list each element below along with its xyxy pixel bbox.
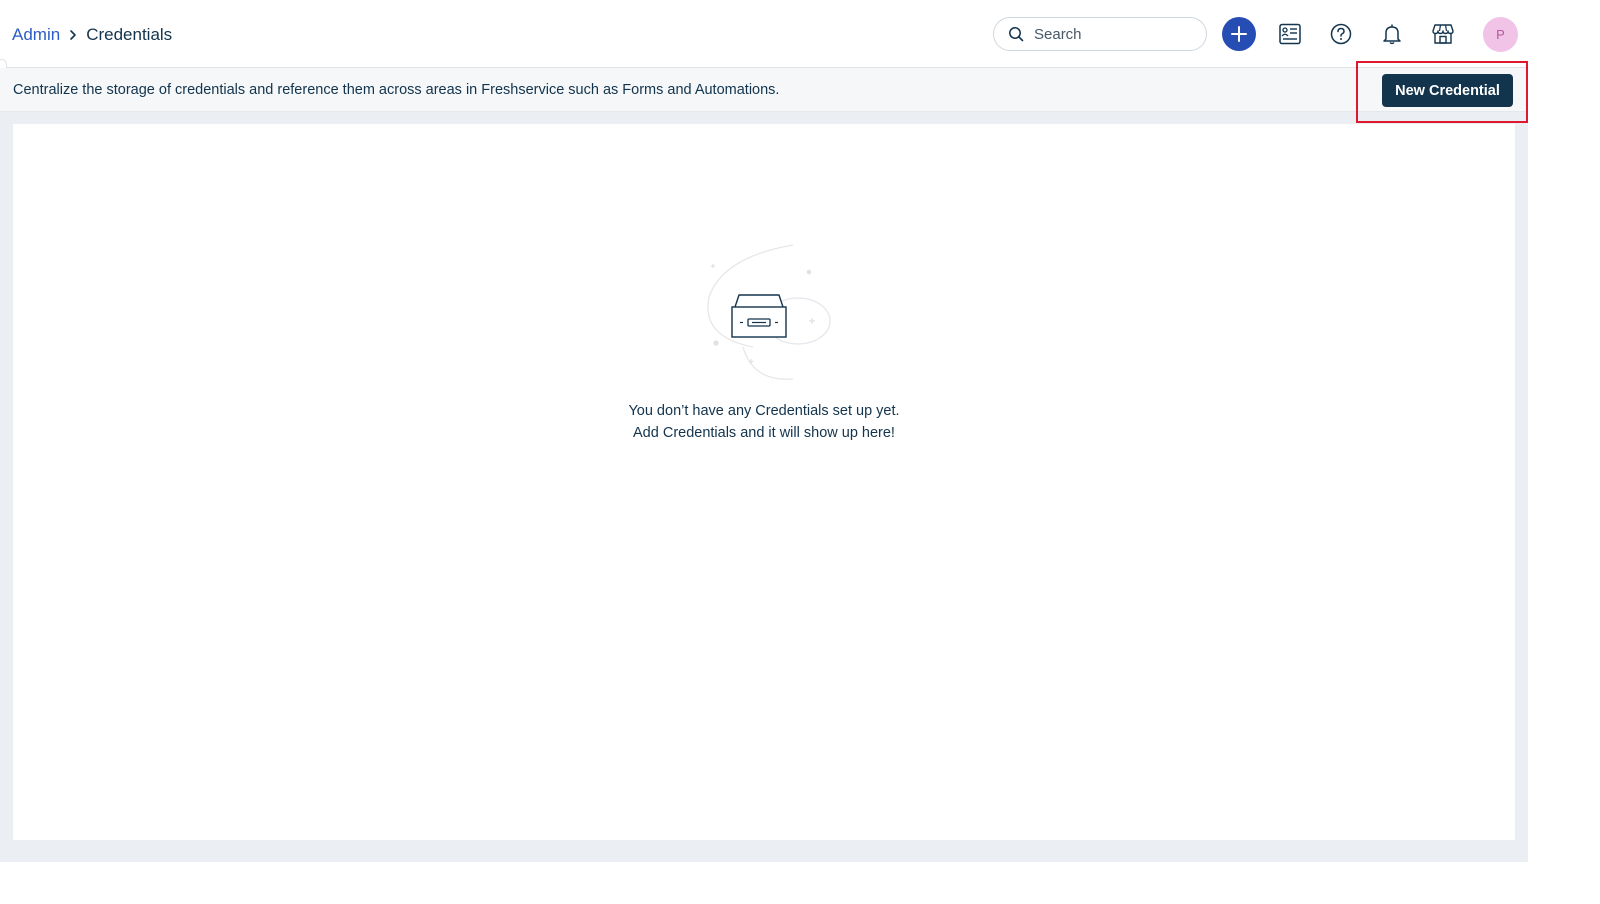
canned-response-button[interactable] [1273, 17, 1307, 51]
global-search[interactable] [993, 17, 1207, 51]
new-credential-button[interactable]: New Credential [1382, 74, 1513, 107]
empty-state-line-2: Add Credentials and it will show up here… [633, 425, 895, 441]
page-title: Credentials [86, 25, 173, 44]
marketplace-icon [1431, 23, 1455, 45]
marketplace-button[interactable] [1426, 17, 1460, 51]
description-bar: Centralize the storage of credentials an… [0, 68, 1528, 112]
empty-state-message: You don’t have any Credentials set up ye… [13, 400, 1515, 444]
breadcrumb: Admin Credentials [12, 24, 172, 46]
quick-create-button[interactable] [1222, 17, 1256, 51]
chevron-right-icon [68, 29, 78, 41]
search-input[interactable] [1032, 24, 1196, 44]
page-description: Centralize the storage of credentials an… [13, 82, 780, 98]
top-header: Admin Credentials Search P [0, 0, 1528, 68]
breadcrumb-admin-link[interactable]: Admin [12, 24, 60, 46]
app-window: Admin Credentials Search P Centralize th… [0, 0, 1528, 862]
search-icon [1008, 26, 1024, 42]
canned-response-icon [1278, 23, 1302, 45]
empty-state-line-1: You don’t have any Credentials set up ye… [628, 403, 900, 419]
help-icon [1330, 23, 1352, 45]
help-button[interactable] [1324, 17, 1358, 51]
empty-archive-icon [683, 237, 853, 387]
notifications-button[interactable] [1375, 17, 1409, 51]
bell-icon [1381, 23, 1403, 45]
avatar[interactable]: P [1483, 17, 1518, 52]
plus-icon [1230, 25, 1248, 43]
main-content: You don’t have any Credentials set up ye… [13, 124, 1515, 840]
